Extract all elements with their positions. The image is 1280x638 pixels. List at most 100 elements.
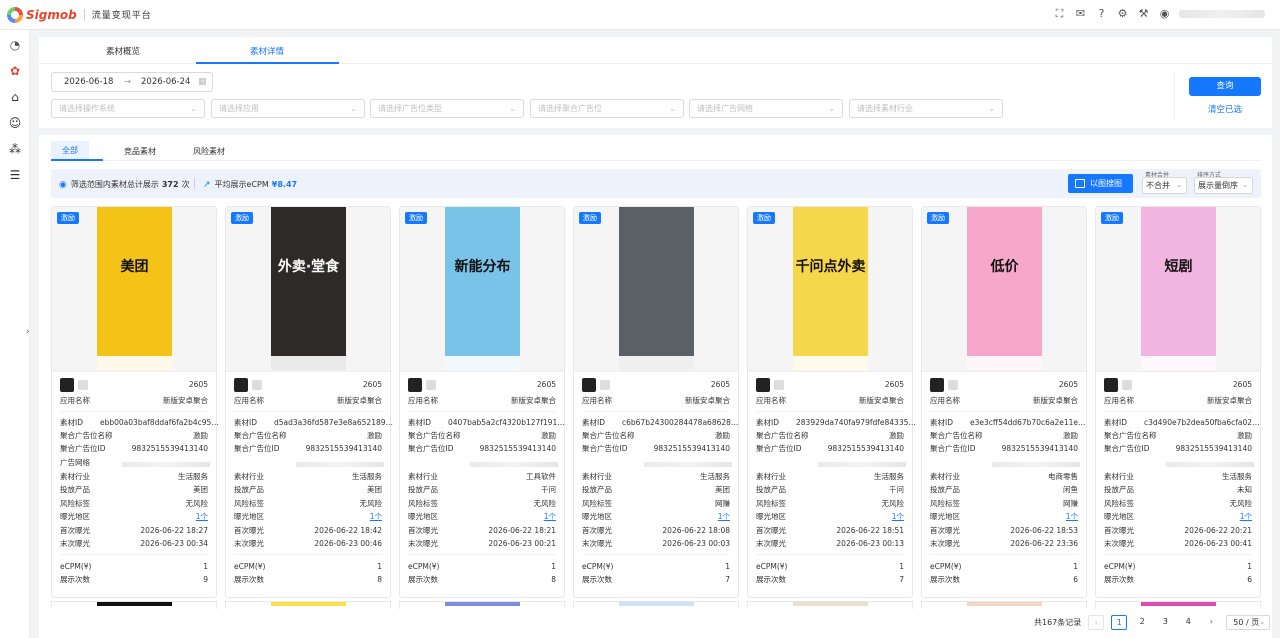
date-end[interactable]: 2026-06-24 xyxy=(141,77,190,87)
app-avatar xyxy=(582,378,596,392)
industry-select[interactable]: 请选择素材行业 ⌄ xyxy=(849,99,1003,118)
last-seen-label: 末次曝光 xyxy=(756,539,786,548)
agg-slot-id-value: 9832515539413140 xyxy=(479,444,556,453)
dashboard-icon[interactable]: ◔ xyxy=(8,38,22,52)
risk-row: 风险标签 网赚 xyxy=(582,498,730,510)
page-1[interactable]: 1 xyxy=(1111,615,1128,630)
region-value[interactable]: 1个 xyxy=(892,511,904,523)
settings-icon[interactable]: ⚙ xyxy=(1116,7,1129,20)
impressions-row: 展示次数 6 xyxy=(930,574,1078,586)
prev-page-button[interactable]: ‹ xyxy=(1088,615,1105,630)
material-thumbnail[interactable]: 外卖·堂食 xyxy=(271,207,346,370)
next-row-card[interactable] xyxy=(573,601,739,609)
date-range-picker[interactable]: 2026-06-18 → 2026-06-24 ▦ xyxy=(51,72,213,92)
expand-nav-icon[interactable]: › xyxy=(26,327,30,337)
user-icon[interactable]: ◉ xyxy=(1158,7,1171,20)
material-id-value[interactable]: ebb00a03baf8ddaf6fa2b4c956b... xyxy=(100,417,220,429)
total-prefix: 筛选范围内素材总计展示 xyxy=(70,180,159,189)
material-id-value[interactable]: 283929da740fa979fdfe8433566... xyxy=(796,417,916,429)
material-card[interactable]: 激励 2605 应用名称 新版安卓聚合 素材ID c6b67b243002844… xyxy=(573,206,742,598)
network-select[interactable]: 请选择广告网络 ⌄ xyxy=(689,99,843,118)
image-search-button[interactable]: 以图搜图 xyxy=(1068,174,1133,193)
tool-icon[interactable]: ⚒ xyxy=(1137,7,1150,20)
agg-slot-select-placeholder: 请选择聚合广告位 xyxy=(538,104,602,113)
ecpm-row: eCPM(¥) 1 xyxy=(756,561,904,573)
active-tab-indicator xyxy=(196,62,339,64)
product-label: 投放产品 xyxy=(234,485,264,494)
material-card[interactable]: 外卖·堂食 激励 2605 应用名称 新版安卓聚合 素材ID d5ad3a36f… xyxy=(225,206,394,598)
logo[interactable]: Sigmob xyxy=(7,6,77,23)
sort-select[interactable]: 展示量倒序 ⌄ xyxy=(1194,177,1253,194)
next-page-button[interactable]: › xyxy=(1203,615,1219,630)
merge-select[interactable]: 不合并 ⌄ xyxy=(1142,177,1187,194)
clear-selection-link[interactable]: 清空已选 xyxy=(1208,103,1242,115)
region-value[interactable]: 1个 xyxy=(718,511,730,523)
mail-icon[interactable]: ✉ xyxy=(1074,7,1087,20)
report-icon[interactable]: ☰ xyxy=(8,168,22,182)
network-icon[interactable]: ⁂ xyxy=(8,142,22,156)
material-thumbnail[interactable]: 千问点外卖 xyxy=(793,207,868,370)
ad-type-select[interactable]: 请选择广告位类型 ⌄ xyxy=(370,99,524,118)
product-value: 美团 xyxy=(193,485,208,494)
material-card[interactable]: 低价 激励 2605 应用名称 新版安卓聚合 素材ID e3e3cff54dd6… xyxy=(921,206,1090,598)
page-4[interactable]: 4 xyxy=(1180,615,1196,630)
next-row-card[interactable] xyxy=(747,601,913,609)
thumbnail-area: 千问点外卖 激励 xyxy=(748,207,912,372)
calendar-icon[interactable]: ▦ xyxy=(198,77,207,87)
material-id-value[interactable]: e3e3cff54dd67b70c6a2e11e7ca4... xyxy=(970,417,1090,429)
next-row-card[interactable] xyxy=(51,601,217,609)
agg-slot-select[interactable]: 请选择聚合广告位 ⌄ xyxy=(530,99,684,118)
app-name-value: 新版安卓聚合 xyxy=(1207,396,1252,405)
creative-icon[interactable]: ✿ xyxy=(8,64,22,78)
material-thumbnail[interactable]: 新能分布 xyxy=(445,207,520,370)
material-card[interactable]: 短剧 激励 2605 应用名称 新版安卓聚合 素材ID c3d490e7b2de… xyxy=(1095,206,1264,598)
region-value[interactable]: 1个 xyxy=(370,511,382,523)
os-select[interactable]: 请选择操作系统 ⌄ xyxy=(51,99,205,118)
product-row: 投放产品 美团 xyxy=(234,484,382,496)
material-card[interactable]: 美团 激励 2605 应用名称 新版安卓聚合 素材ID ebb00a03baf8… xyxy=(51,206,220,598)
material-id-value[interactable]: c3d490e7b2dea50fba6cfa02356... xyxy=(1144,417,1264,429)
region-value[interactable]: 1个 xyxy=(1240,511,1252,523)
date-start[interactable]: 2026-06-18 xyxy=(64,77,113,87)
material-thumbnail[interactable]: 低价 xyxy=(967,207,1042,370)
industry-row: 素材行业 工具软件 xyxy=(408,471,556,483)
app-avatar xyxy=(930,378,944,392)
subtab-all[interactable]: 全部 xyxy=(51,141,89,161)
account-icon[interactable]: ☺ xyxy=(8,116,22,130)
material-card[interactable]: 千问点外卖 激励 2605 应用名称 新版安卓聚合 素材ID 283929da7… xyxy=(747,206,916,598)
next-row-card[interactable] xyxy=(225,601,391,609)
tab-detail[interactable]: 素材详情 xyxy=(250,45,284,57)
next-row-card[interactable] xyxy=(399,601,565,609)
region-value[interactable]: 1个 xyxy=(196,511,208,523)
material-thumbnail[interactable]: 美团 xyxy=(97,207,172,370)
subtab-competitor[interactable]: 竞品素材 xyxy=(124,146,156,166)
app-name-row: 应用名称 新版安卓聚合 xyxy=(60,395,208,407)
material-card[interactable]: 新能分布 激励 2605 应用名称 新版安卓聚合 素材ID 0407bab5a2… xyxy=(399,206,568,598)
app-select[interactable]: 请选择应用 ⌄ xyxy=(211,99,365,118)
help-icon[interactable]: ? xyxy=(1095,7,1108,20)
subtab-risk[interactable]: 风险素材 xyxy=(193,146,225,166)
region-value[interactable]: 1个 xyxy=(544,511,556,523)
product-label: 投放产品 xyxy=(408,485,438,494)
app-icon[interactable]: ⌂ xyxy=(8,90,22,104)
fullscreen-icon[interactable]: ⛶ xyxy=(1053,7,1066,20)
page-size-select[interactable]: 50 / 页 ⌄ xyxy=(1226,615,1271,630)
thumbnail-text: 短剧 xyxy=(1164,259,1193,275)
impressions-label: 展示次数 xyxy=(60,575,90,584)
material-id-value[interactable]: c6b67b24300284478a686282c... xyxy=(622,417,742,429)
chevron-down-icon: ⌄ xyxy=(1259,618,1266,626)
impressions-label: 展示次数 xyxy=(930,575,960,584)
material-thumbnail[interactable]: 短剧 xyxy=(1141,207,1216,370)
next-row-card[interactable] xyxy=(1095,601,1261,609)
tab-overview[interactable]: 素材概览 xyxy=(106,45,140,57)
query-button[interactable]: 查询 xyxy=(1189,77,1261,96)
page-3[interactable]: 3 xyxy=(1157,615,1173,630)
page-2[interactable]: 2 xyxy=(1134,615,1150,630)
material-id-value[interactable]: d5ad3a36fd587e3e8a652189c5... xyxy=(274,417,394,429)
username[interactable] xyxy=(1179,9,1265,18)
next-row-card[interactable] xyxy=(921,601,1087,609)
risk-value: 无风险 xyxy=(359,499,383,508)
material-thumbnail[interactable] xyxy=(619,207,694,370)
material-id-value[interactable]: 0407bab5a2cf4320b127f191be19... xyxy=(448,417,568,429)
region-value[interactable]: 1个 xyxy=(1066,511,1078,523)
